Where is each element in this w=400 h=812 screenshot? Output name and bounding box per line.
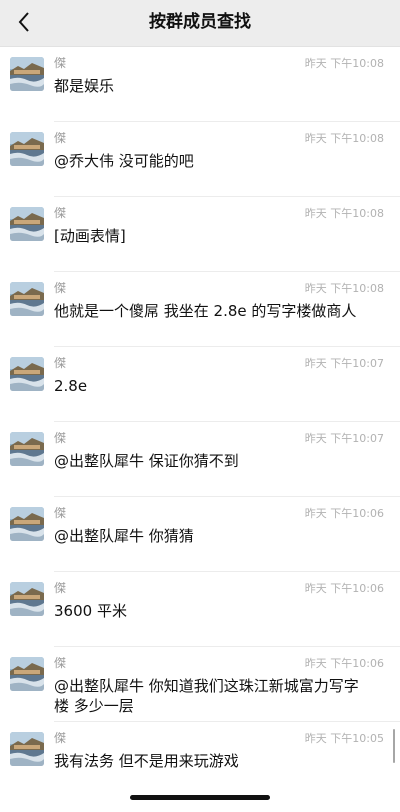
message-row[interactable]: 傑 昨天 下午10:08 [动画表情] xyxy=(0,197,400,272)
message-row[interactable]: 傑 昨天 下午10:06 @出整队犀牛 你猜猜 xyxy=(0,497,400,572)
sender-name: 傑 xyxy=(54,731,67,745)
message-time: 昨天 下午10:08 xyxy=(304,282,384,295)
message-text: 我有法务 但不是用来玩游戏 xyxy=(54,752,239,770)
avatar[interactable] xyxy=(10,582,44,616)
message-row[interactable]: 傑 昨天 下午10:08 他就是一个傻屌 我坐在 2.8e 的写字楼做商人 xyxy=(0,272,400,347)
message-text: [动画表情] xyxy=(54,227,126,245)
sender-name: 傑 xyxy=(54,281,67,295)
message-row[interactable]: 傑 昨天 下午10:08 @乔大伟 没可能的吧 xyxy=(0,122,400,197)
sender-name: 傑 xyxy=(54,56,67,70)
message-text: @出整队犀牛 保证你猜不到 xyxy=(54,452,239,470)
avatar[interactable] xyxy=(10,282,44,316)
sender-name: 傑 xyxy=(54,356,67,370)
message-time: 昨天 下午10:08 xyxy=(304,132,384,145)
message-text: 他就是一个傻屌 我坐在 2.8e 的写字楼做商人 xyxy=(54,302,357,320)
avatar[interactable] xyxy=(10,432,44,466)
message-time: 昨天 下午10:07 xyxy=(304,432,384,445)
message-row[interactable]: 傑 昨天 下午10:06 @出整队犀牛 你知道我们这珠江新城富力写字楼 多少一层 xyxy=(0,647,400,722)
avatar[interactable] xyxy=(10,357,44,391)
message-time: 昨天 下午10:08 xyxy=(304,207,384,220)
message-row[interactable]: 傑 昨天 下午10:08 都是娱乐 xyxy=(0,47,400,122)
avatar[interactable] xyxy=(10,132,44,166)
navigation-bar: 按群成员查找 xyxy=(0,0,400,47)
avatar[interactable] xyxy=(10,207,44,241)
sender-name: 傑 xyxy=(54,656,67,670)
message-time: 昨天 下午10:05 xyxy=(304,732,384,745)
avatar[interactable] xyxy=(10,732,44,766)
message-text: 2.8e xyxy=(54,377,88,395)
message-list[interactable]: 傑昨天 下午10:08 都是娱乐傑昨天 下午10:08 @乔大伟 没可能的吧傑昨天 … xyxy=(0,47,400,812)
message-text: 3600 平米 xyxy=(54,602,127,620)
page-title: 按群成员查找 xyxy=(149,12,251,32)
message-text: @乔大伟 没可能的吧 xyxy=(54,152,194,170)
message-time: 昨天 下午10:07 xyxy=(304,357,384,370)
sender-name: 傑 xyxy=(54,206,67,220)
sender-name: 傑 xyxy=(54,431,67,445)
message-row[interactable]: 傑 昨天 下午10:07 @出整队犀牛 保证你猜不到 xyxy=(0,422,400,497)
avatar[interactable] xyxy=(10,507,44,541)
sender-name: 傑 xyxy=(54,131,67,145)
message-time: 昨天 下午10:08 xyxy=(304,57,384,70)
sender-name: 傑 xyxy=(54,581,67,595)
message-row[interactable]: 傑 昨天 下午10:06 3600 平米 xyxy=(0,572,400,647)
message-text: @出整队犀牛 你知道我们这珠江新城富力写字楼 多少一层 xyxy=(54,677,359,715)
avatar[interactable] xyxy=(10,657,44,691)
sender-name: 傑 xyxy=(54,506,67,520)
message-time: 昨天 下午10:06 xyxy=(304,582,384,595)
message-time: 昨天 下午10:06 xyxy=(304,507,384,520)
avatar[interactable] xyxy=(10,57,44,91)
scrollbar[interactable] xyxy=(392,729,395,763)
message-time: 昨天 下午10:06 xyxy=(304,657,384,670)
message-text: 都是娱乐 xyxy=(54,77,115,95)
home-indicator xyxy=(130,795,270,800)
message-text: @出整队犀牛 你猜猜 xyxy=(54,527,194,545)
message-row[interactable]: 傑 昨天 下午10:07 2.8e xyxy=(0,347,400,422)
